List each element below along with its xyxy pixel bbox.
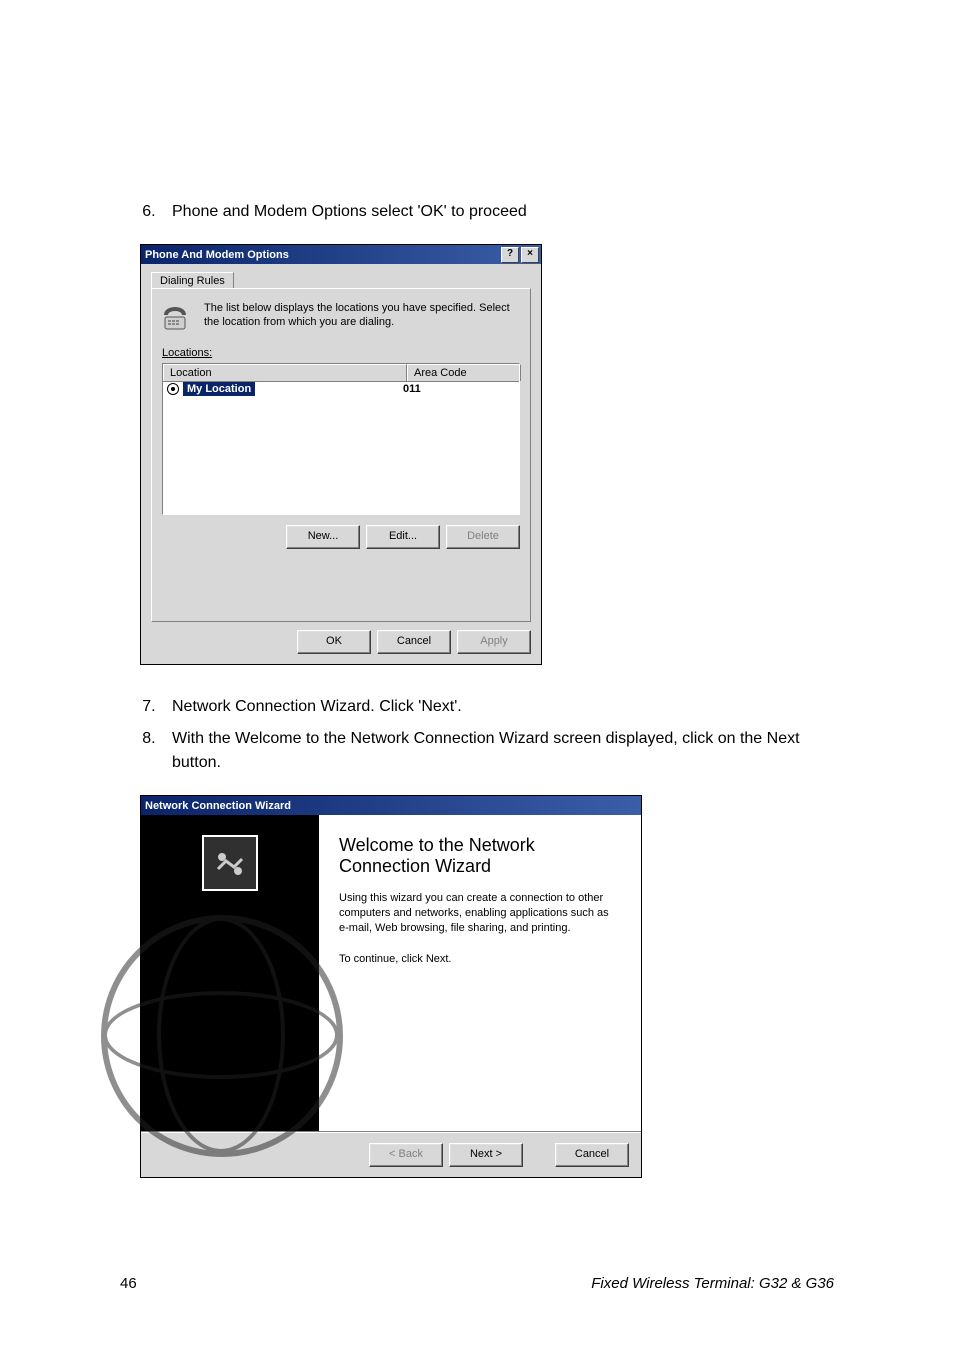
step-7-text: Network Connection Wizard. Click 'Next'. bbox=[172, 698, 462, 715]
step-8-text: With the Welcome to the Network Connecti… bbox=[172, 730, 800, 771]
cancel-button[interactable]: Cancel bbox=[377, 630, 451, 654]
step-6-text: Phone and Modem Options select 'OK' to p… bbox=[172, 203, 527, 220]
column-location[interactable]: Location bbox=[163, 364, 407, 381]
dialog1-description: The list below displays the locations yo… bbox=[204, 301, 520, 330]
network-wizard-dialog: Network Connection Wizard Welcome to the… bbox=[140, 795, 642, 1178]
edit-button[interactable]: Edit... bbox=[366, 525, 440, 549]
location-name: My Location bbox=[183, 382, 255, 396]
new-button[interactable]: New... bbox=[286, 525, 360, 549]
close-icon[interactable]: × bbox=[521, 247, 539, 263]
page-number: 46 bbox=[120, 1275, 137, 1292]
handshake-icon bbox=[212, 845, 248, 881]
radio-selected-icon bbox=[167, 383, 179, 395]
location-areacode: 011 bbox=[397, 383, 503, 395]
tab-dialing-rules[interactable]: Dialing Rules bbox=[151, 272, 234, 289]
cancel-button[interactable]: Cancel bbox=[555, 1143, 629, 1167]
dialog1-title: Phone And Modem Options bbox=[145, 249, 289, 261]
apply-button: Apply bbox=[457, 630, 531, 654]
dialog-titlebar: Network Connection Wizard bbox=[141, 796, 641, 815]
ok-button[interactable]: OK bbox=[297, 630, 371, 654]
column-area-code[interactable]: Area Code bbox=[407, 364, 521, 381]
next-button[interactable]: Next > bbox=[449, 1143, 523, 1167]
help-icon[interactable]: ? bbox=[501, 247, 519, 263]
wizard-continue-text: To continue, click Next. bbox=[339, 952, 621, 967]
locations-listbox[interactable]: Location Area Code My Location 011 bbox=[162, 363, 520, 515]
dialog2-title: Network Connection Wizard bbox=[145, 800, 291, 812]
wizard-paragraph: Using this wizard you can create a conne… bbox=[339, 891, 621, 936]
phone-modem-dialog: Phone And Modem Options ? × Dialing Rule… bbox=[140, 244, 542, 665]
back-button: < Back bbox=[369, 1143, 443, 1167]
book-title: Fixed Wireless Terminal: G32 & G36 bbox=[591, 1275, 834, 1292]
delete-button: Delete bbox=[446, 525, 520, 549]
wizard-heading: Welcome to the Network Connection Wizard bbox=[339, 835, 621, 877]
wizard-sidebar-image bbox=[141, 815, 319, 1131]
phone-icon bbox=[162, 301, 194, 333]
locations-label: Locations: bbox=[162, 347, 520, 359]
list-item[interactable]: My Location 011 bbox=[163, 382, 519, 396]
dialog-titlebar: Phone And Modem Options ? × bbox=[141, 245, 541, 264]
